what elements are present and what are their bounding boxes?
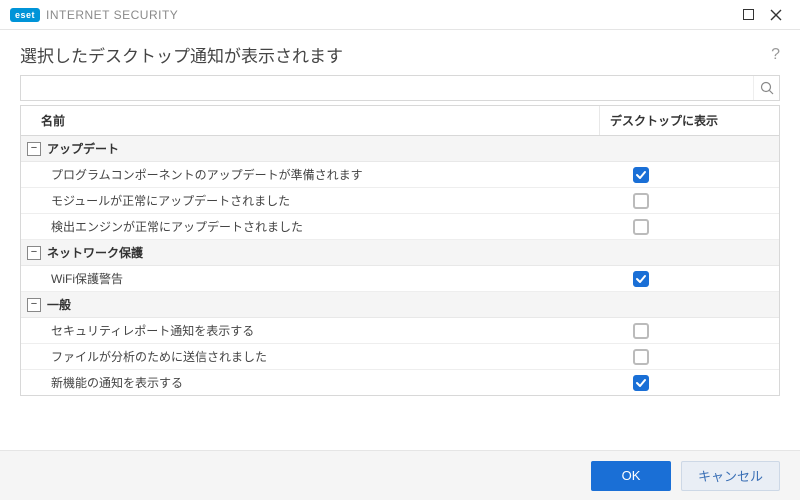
help-button[interactable]: ? (771, 46, 780, 64)
show-on-desktop-checkbox[interactable] (633, 375, 649, 391)
item-check-cell (593, 323, 773, 339)
item-check-cell (593, 219, 773, 235)
close-icon (770, 9, 782, 21)
notification-table: 名前 デスクトップに表示 −アップデートプログラムコンポーネントのアップデートが… (20, 105, 780, 396)
item-row: プログラムコンポーネントのアップデートが準備されます (21, 162, 779, 188)
group-row: −一般 (21, 292, 779, 318)
item-label: プログラムコンポーネントのアップデートが準備されます (27, 166, 593, 183)
maximize-icon (743, 9, 754, 20)
column-show[interactable]: デスクトップに表示 (599, 106, 779, 135)
item-row: WiFi保護警告 (21, 266, 779, 292)
item-row: セキュリティレポート通知を表示する (21, 318, 779, 344)
close-button[interactable] (762, 1, 790, 29)
group-label: アップデート (47, 140, 119, 157)
titlebar: eset INTERNET SECURITY (0, 0, 800, 30)
collapse-toggle[interactable]: − (27, 298, 41, 312)
show-on-desktop-checkbox[interactable] (633, 323, 649, 339)
column-name[interactable]: 名前 (21, 106, 599, 135)
group-row: −アップデート (21, 136, 779, 162)
group-row: −ネットワーク保護 (21, 240, 779, 266)
table-body: −アップデートプログラムコンポーネントのアップデートが準備されますモジュールが正… (21, 136, 779, 395)
search-input[interactable] (21, 76, 753, 100)
content-area: 名前 デスクトップに表示 −アップデートプログラムコンポーネントのアップデートが… (0, 75, 800, 450)
item-label: ファイルが分析のために送信されました (27, 348, 593, 365)
group-label: ネットワーク保護 (47, 244, 143, 261)
item-check-cell (593, 375, 773, 391)
page-title: 選択したデスクトップ通知が表示されます (20, 42, 771, 67)
item-label: モジュールが正常にアップデートされました (27, 192, 593, 209)
item-row: モジュールが正常にアップデートされました (21, 188, 779, 214)
show-on-desktop-checkbox[interactable] (633, 271, 649, 287)
footer: OK キャンセル (0, 450, 800, 500)
cancel-button[interactable]: キャンセル (681, 461, 780, 491)
app-window: eset INTERNET SECURITY 選択したデスクトップ通知が表示され… (0, 0, 800, 500)
item-row: 新機能の通知を表示する (21, 370, 779, 395)
show-on-desktop-checkbox[interactable] (633, 193, 649, 209)
item-label: セキュリティレポート通知を表示する (27, 322, 593, 339)
search-button[interactable] (753, 76, 779, 100)
item-check-cell (593, 271, 773, 287)
collapse-toggle[interactable]: − (27, 246, 41, 260)
search-row (20, 75, 780, 101)
brand-logo: eset (10, 8, 40, 22)
brand-text: INTERNET SECURITY (46, 8, 178, 22)
heading-row: 選択したデスクトップ通知が表示されます ? (0, 30, 800, 75)
item-row: ファイルが分析のために送信されました (21, 344, 779, 370)
item-row: 検出エンジンが正常にアップデートされました (21, 214, 779, 240)
item-check-cell (593, 167, 773, 183)
item-label: WiFi保護警告 (27, 270, 593, 287)
maximize-button[interactable] (734, 1, 762, 29)
item-label: 検出エンジンが正常にアップデートされました (27, 218, 593, 235)
collapse-toggle[interactable]: − (27, 142, 41, 156)
group-label: 一般 (47, 296, 71, 313)
item-check-cell (593, 193, 773, 209)
show-on-desktop-checkbox[interactable] (633, 349, 649, 365)
show-on-desktop-checkbox[interactable] (633, 219, 649, 235)
table-header: 名前 デスクトップに表示 (21, 106, 779, 136)
search-icon (760, 81, 774, 95)
ok-button[interactable]: OK (591, 461, 671, 491)
item-check-cell (593, 349, 773, 365)
item-label: 新機能の通知を表示する (27, 374, 593, 391)
show-on-desktop-checkbox[interactable] (633, 167, 649, 183)
